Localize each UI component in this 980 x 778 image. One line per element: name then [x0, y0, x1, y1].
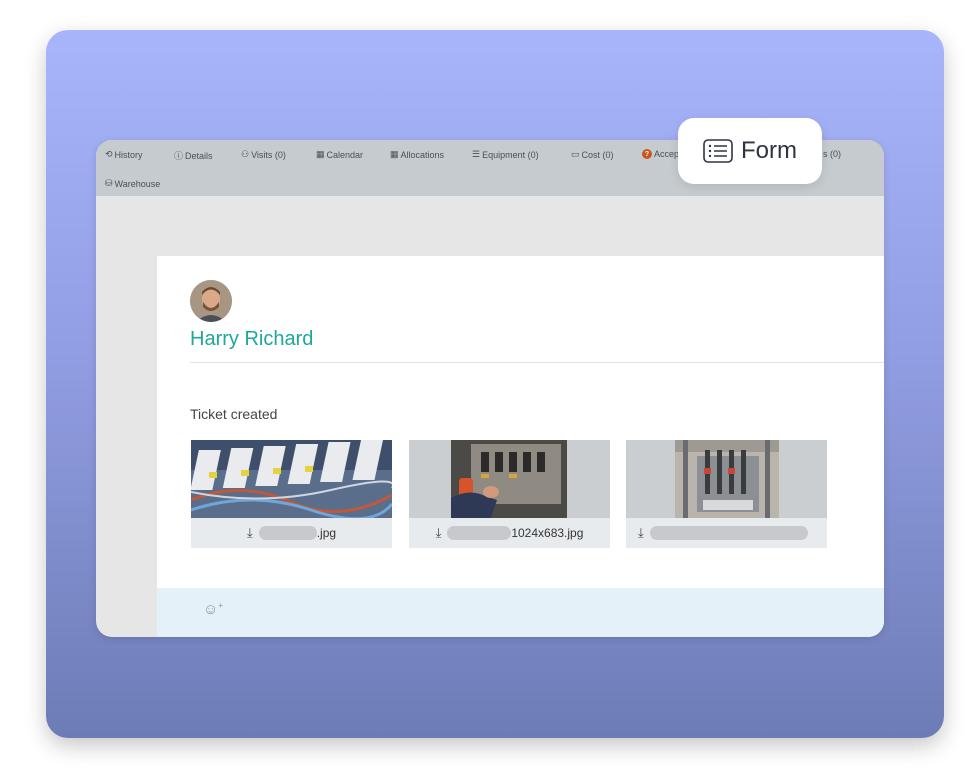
attachment-thumbnail[interactable]: [191, 440, 392, 518]
attachment-filename: .jpg: [316, 526, 337, 540]
tab-cost[interactable]: ▭ Cost (0): [571, 149, 614, 160]
attachment-download-bar[interactable]: ⤓ 1024x683.jpg: [409, 518, 610, 548]
attachment-thumbnail[interactable]: [675, 440, 779, 518]
event-label: Ticket created: [190, 406, 278, 422]
cost-icon: ▭: [571, 149, 580, 159]
attachment-filename: 1024x683.jpg: [511, 526, 584, 540]
tab-label: Details: [185, 150, 213, 161]
attachment-download-bar[interactable]: ⤓ .jpg: [191, 518, 392, 548]
smiley-glyph: ☺: [203, 601, 219, 618]
list-icon: [703, 139, 733, 163]
question-icon: ?: [642, 149, 652, 159]
tab-label: Allocations: [400, 149, 445, 160]
avatar-image: [190, 280, 232, 322]
attachment-2[interactable]: ⤓ 1024x683.jpg: [409, 440, 610, 548]
download-icon[interactable]: ⤓: [436, 525, 442, 541]
calendar-icon: ▦: [316, 149, 325, 159]
author-name[interactable]: Harry Richard: [190, 328, 313, 351]
redacted-filename: [447, 526, 512, 540]
download-icon[interactable]: ⤓: [247, 525, 253, 541]
ticket-card: Harry Richard Ticket created ⤓ .jpg ⤓ 10…: [157, 256, 884, 637]
tab-label: s (0): [823, 149, 841, 159]
reaction-bar: ☺+: [157, 588, 884, 637]
equipment-icon: ☰: [472, 149, 481, 159]
attachment-3[interactable]: ⤓: [626, 440, 827, 548]
attachment-1[interactable]: ⤓ .jpg: [191, 440, 392, 548]
add-reaction-icon[interactable]: ☺+: [203, 601, 223, 618]
redacted-filename: [258, 526, 317, 540]
history-icon: ⟲: [105, 149, 113, 159]
form-button-label: Form: [741, 137, 797, 164]
tab-warehouse[interactable]: ⛁ Warehouse: [105, 178, 160, 189]
tab-allocations[interactable]: ▦ Allocations: [390, 149, 444, 160]
warehouse-icon: ⛁: [105, 178, 113, 188]
tab-label: Accep: [654, 149, 680, 159]
app-window: ⟲ History ⓘ Details ⚇ Visits (0) ▦ Calen…: [96, 140, 884, 637]
tab-label: Cost (0): [581, 149, 614, 160]
tab-equipment[interactable]: ☰ Equipment (0): [472, 149, 539, 160]
allocations-icon: ▦: [390, 149, 399, 159]
form-button[interactable]: Form: [678, 118, 822, 184]
tab-label: Calendar: [326, 149, 364, 160]
info-icon: ⓘ: [174, 151, 184, 161]
attachment-thumbnail[interactable]: [451, 440, 567, 518]
tab-label: Equipment (0): [482, 149, 539, 160]
tab-accept[interactable]: ? Accep: [642, 149, 679, 159]
divider: [190, 362, 884, 363]
tab-partial[interactable]: s (0): [823, 149, 841, 159]
attachment-download-bar[interactable]: ⤓: [626, 518, 827, 548]
tab-details[interactable]: ⓘ Details: [174, 149, 213, 162]
visits-icon: ⚇: [241, 149, 250, 159]
tab-calendar[interactable]: ▦ Calendar: [316, 149, 363, 160]
redacted-filename: [649, 526, 808, 540]
avatar[interactable]: [190, 280, 232, 322]
tab-label: Visits (0): [251, 149, 286, 160]
tab-visits[interactable]: ⚇ Visits (0): [241, 149, 286, 160]
tab-history[interactable]: ⟲ History: [105, 149, 143, 160]
download-icon[interactable]: ⤓: [638, 525, 644, 541]
tab-label: History: [114, 149, 143, 160]
tab-label: Warehouse: [114, 178, 161, 189]
